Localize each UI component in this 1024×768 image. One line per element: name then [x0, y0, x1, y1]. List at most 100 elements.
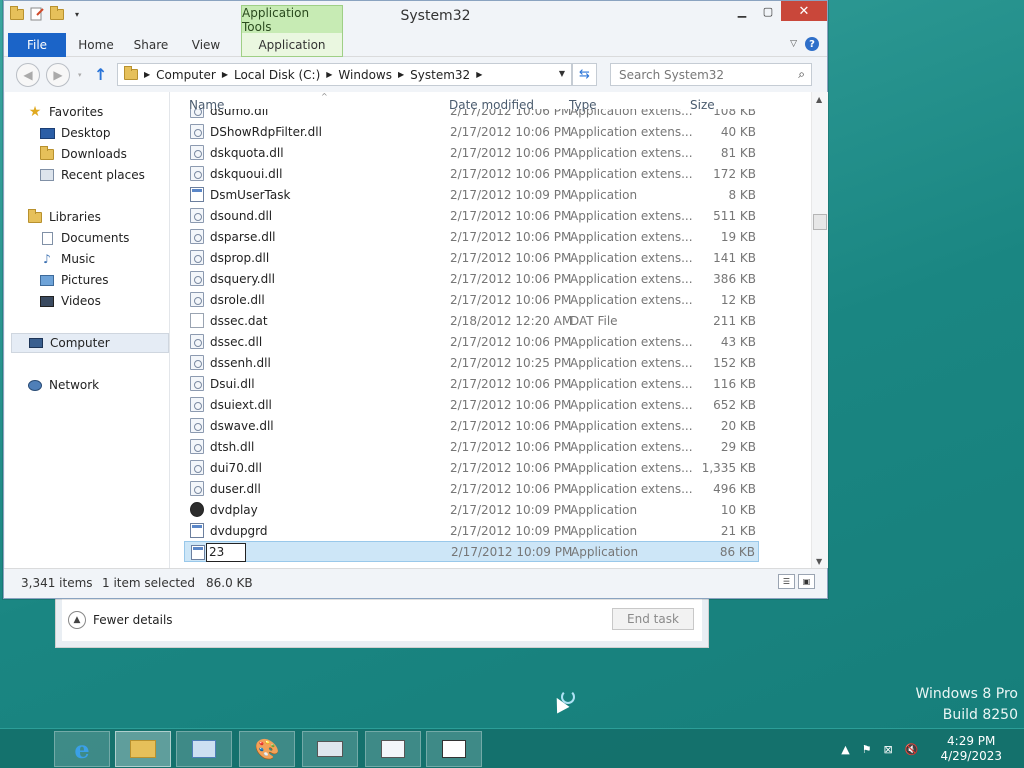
file-row[interactable]: dsquery.dll 2/17/2012 10:06 PM Application… [184, 268, 759, 289]
volume-muted-icon[interactable]: 🔇 [905, 743, 919, 756]
breadcrumb-separator-icon[interactable]: ▶ [144, 70, 150, 79]
internet-explorer-icon: e [74, 734, 90, 764]
help-icon[interactable]: ? [805, 37, 819, 51]
show-hidden-icons-icon[interactable]: ▲ [841, 743, 849, 756]
expand-ribbon-icon[interactable]: ▽ [790, 39, 797, 49]
file-row[interactable]: dsparse.dll 2/17/2012 10:06 PM Application… [184, 226, 759, 247]
file-row[interactable]: dvdupgrd 2/17/2012 10:09 PM Application 21 … [184, 520, 759, 541]
file-row[interactable]: DShowRdpFilter.dll 2/17/2012 10:06 PM Appl… [184, 121, 759, 142]
file-type: Application extens... [570, 229, 693, 244]
file-size: 108 KB [713, 109, 756, 118]
minimize-button[interactable]: ▁ [729, 1, 755, 21]
refresh-button[interactable]: ⇆ [572, 63, 597, 86]
application-icon [190, 523, 204, 538]
search-input[interactable]: Search System32 ⌕ [610, 63, 812, 86]
nav-computer-label: Computer [50, 336, 110, 350]
system-tray: ▲ ⚑ ⊠ 🔇 4:29 PM 4/29/2023 [841, 729, 1024, 768]
fewer-details-button[interactable]: ▲ Fewer details [68, 611, 173, 629]
breadcrumb-separator-icon[interactable]: ▶ [326, 70, 332, 79]
file-row[interactable]: duser.dll 2/17/2012 10:06 PM Application e… [184, 478, 759, 499]
vertical-scrollbar[interactable]: ▲ ▼ [811, 92, 828, 568]
details-view-icon[interactable]: ☰ [778, 574, 795, 589]
view-buttons: ☰ ▣ [778, 574, 815, 589]
forward-button[interactable]: ▶ [46, 63, 70, 87]
file-type: Application extens... [570, 208, 693, 223]
on-screen-keyboard-button[interactable] [302, 731, 358, 767]
clock[interactable]: 4:29 PM 4/29/2023 [940, 734, 1002, 764]
file-date: 2/17/2012 10:06 PM [450, 109, 572, 118]
tab-view[interactable]: View [180, 33, 232, 57]
file-explorer-button[interactable] [115, 731, 171, 767]
dll-file-icon [190, 292, 204, 307]
nav-computer[interactable]: Computer [11, 333, 169, 353]
recent-locations-icon[interactable]: ▾ [78, 71, 82, 79]
close-button[interactable]: ✕ [781, 1, 827, 21]
file-explorer-icon [130, 740, 156, 758]
file-name: dskquota.dll [210, 145, 284, 160]
file-row[interactable]: dui70.dll 2/17/2012 10:06 PM Application e… [184, 457, 759, 478]
file-row[interactable]: dssec.dat 2/18/2012 12:20 AM DAT File 211 K… [184, 310, 759, 331]
dll-file-icon [190, 271, 204, 286]
internet-explorer-button[interactable]: e [54, 731, 110, 767]
file-row[interactable]: Dsui.dll 2/17/2012 10:06 PM Application ex… [184, 373, 759, 394]
tab-application[interactable]: Application [241, 33, 343, 57]
file-name: dssec.dll [210, 334, 263, 349]
file-name: duser.dll [210, 481, 261, 496]
nav-libraries[interactable]: Libraries [27, 207, 189, 227]
maximize-button[interactable]: ▢ [755, 1, 781, 21]
address-dropdown-icon[interactable]: ▼ [559, 69, 565, 78]
file-row[interactable]: dssenh.dll 2/17/2012 10:25 PM Application … [184, 352, 759, 373]
back-button[interactable]: ◀ [16, 63, 40, 87]
tab-file[interactable]: File [8, 33, 66, 57]
breadcrumb-local-disk[interactable]: Local Disk (C:) [234, 68, 320, 82]
file-row[interactable]: dsumo.dll 2/17/2012 10:06 PM Application e… [184, 109, 759, 121]
file-row[interactable]: dssec.dll 2/17/2012 10:06 PM Application e… [184, 331, 759, 352]
file-row[interactable]: dsrole.dll 2/17/2012 10:06 PM Application … [184, 289, 759, 310]
dll-file-icon [190, 124, 204, 139]
file-type: Application extens... [570, 355, 693, 370]
nav-network[interactable]: Network [27, 375, 189, 395]
scroll-up-icon[interactable]: ▲ [816, 95, 822, 104]
file-name: dsrole.dll [210, 292, 265, 307]
videos-icon [39, 294, 55, 308]
window-controls: ▁ ▢ ✕ [729, 1, 827, 21]
breadcrumb-system32[interactable]: System32 [410, 68, 470, 82]
address-bar[interactable]: ▶ Computer ▶ Local Disk (C:) ▶ Windows ▶… [117, 63, 572, 86]
action-center-flag-icon[interactable]: ⚑ [862, 743, 872, 756]
breadcrumb-separator-icon[interactable]: ▶ [476, 70, 482, 79]
file-row[interactable]: dskquoui.dll 2/17/2012 10:06 PM Applicatio… [184, 163, 759, 184]
large-icons-view-icon[interactable]: ▣ [798, 574, 815, 589]
breadcrumb-computer[interactable]: Computer [156, 68, 216, 82]
file-row[interactable]: dsprop.dll 2/17/2012 10:06 PM Application … [184, 247, 759, 268]
file-row[interactable]: DsmUserTask 2/17/2012 10:09 PM Application… [184, 184, 759, 205]
file-size: 12 KB [720, 292, 756, 307]
remote-desktop-button[interactable] [176, 731, 232, 767]
breadcrumb-separator-icon[interactable]: ▶ [398, 70, 404, 79]
breadcrumb-windows[interactable]: Windows [338, 68, 392, 82]
scroll-down-icon[interactable]: ▼ [816, 557, 822, 566]
file-row[interactable]: dsuiext.dll 2/17/2012 10:06 PM Application… [184, 394, 759, 415]
task-manager-button[interactable] [426, 731, 482, 767]
file-row[interactable]: dvdplay 2/17/2012 10:09 PM Application 10 K… [184, 499, 759, 520]
resource-monitor-button[interactable] [365, 731, 421, 767]
file-type: Application extens... [570, 145, 693, 160]
tab-home[interactable]: Home [66, 33, 126, 57]
tab-share[interactable]: Share [126, 33, 176, 57]
search-placeholder: Search System32 [619, 67, 725, 82]
file-row[interactable]: dskquota.dll 2/17/2012 10:06 PM Applicatio… [184, 142, 759, 163]
file-row[interactable]: 23 2/17/2012 10:09 PM Application 86 KB [184, 541, 759, 562]
file-row[interactable]: dswave.dll 2/17/2012 10:06 PM Application … [184, 415, 759, 436]
paint-button[interactable]: 🎨 [239, 731, 295, 767]
file-row[interactable]: dsound.dll 2/17/2012 10:06 PM Application … [184, 205, 759, 226]
breadcrumb-separator-icon[interactable]: ▶ [222, 70, 228, 79]
search-icon[interactable]: ⌕ [798, 67, 805, 82]
scroll-thumb[interactable] [813, 214, 827, 230]
nav-favorites[interactable]: ★ Favorites [27, 102, 189, 122]
file-row[interactable]: dtsh.dll 2/17/2012 10:06 PM Application ex… [184, 436, 759, 457]
end-task-button[interactable]: End task [612, 608, 694, 630]
up-arrow-icon[interactable]: ↑ [94, 65, 107, 84]
dll-file-icon [190, 376, 204, 391]
network-status-icon[interactable]: ⊠ [884, 743, 893, 756]
file-name: dsound.dll [210, 208, 273, 223]
rename-input[interactable]: 23 [206, 543, 246, 562]
